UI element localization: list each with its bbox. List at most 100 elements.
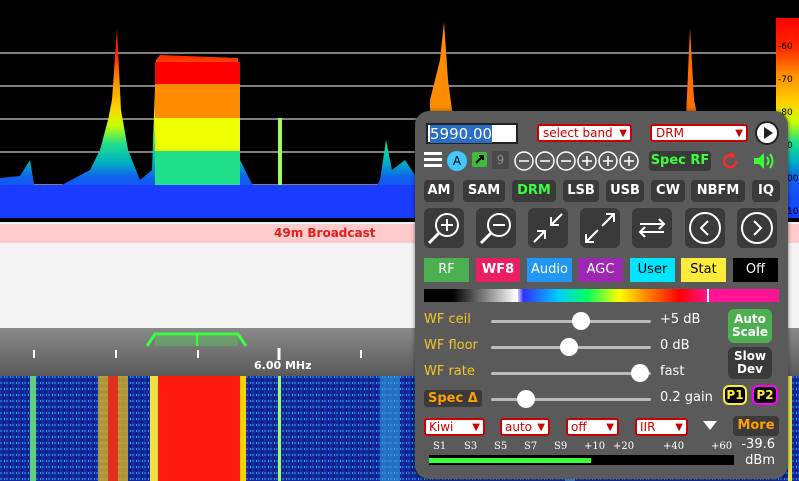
frequency-value: 5990.00	[430, 125, 493, 143]
s-meter-tick-label: +20	[613, 441, 635, 452]
mode-lsb-button[interactable]: LSB	[563, 180, 599, 202]
zoom-out-button[interactable]	[476, 208, 516, 248]
page-left-button[interactable]	[685, 208, 725, 248]
tab-audio[interactable]: Audio	[527, 258, 572, 282]
spec-delta-label: Spec Δ	[424, 390, 482, 407]
iir-select[interactable]: IIR ▼	[635, 418, 688, 436]
s-meter-bar	[429, 455, 734, 465]
wf-floor-value: 0 dB	[660, 338, 690, 353]
wf-floor-label: WF floor	[424, 338, 478, 353]
wf-rate-slider[interactable]	[491, 372, 651, 375]
chevron-down-icon: ▼	[606, 422, 614, 433]
chevron-down-icon: ▼	[537, 422, 545, 433]
chevron-down-icon: ▼	[675, 422, 683, 433]
play-button[interactable]	[755, 121, 779, 145]
more-button[interactable]: More	[733, 416, 779, 436]
spec-delta-slider-knob[interactable]	[517, 390, 536, 408]
band-label[interactable]: 49m Broadcast	[274, 226, 375, 240]
chevron-right-icon	[741, 212, 773, 244]
wf-ceil-value: +5 dB	[660, 312, 701, 327]
auto-select-label: auto	[505, 420, 533, 434]
refresh-icon[interactable]	[720, 151, 740, 171]
wf-rate-value: fast	[660, 364, 685, 379]
zoom-in-button[interactable]	[424, 208, 464, 248]
step-buttons[interactable]	[513, 150, 643, 172]
off-select[interactable]: off ▼	[566, 418, 619, 436]
iir-select-label: IIR	[640, 420, 656, 434]
mode-cw-button[interactable]: CW	[651, 180, 685, 202]
mode-select-label: DRM	[656, 126, 684, 140]
menu-icon[interactable]	[424, 152, 442, 168]
band-select[interactable]: select band ▼	[537, 124, 632, 142]
s-meter-tick-label: S5	[494, 441, 508, 452]
swap-arrows-icon	[638, 218, 666, 238]
preset-p2-button[interactable]: P2	[752, 385, 778, 405]
wf-rate-slider-knob[interactable]	[630, 364, 649, 382]
compress-arrows-icon	[533, 213, 563, 243]
chevron-down-icon: ▼	[472, 422, 480, 433]
wf-rate-label: WF rate	[424, 364, 475, 379]
s-meter-tick-label: +40	[663, 441, 685, 452]
control-panel: 5990.00 select band ▼ DRM ▼ A 9 Spec RF	[415, 111, 788, 479]
mode-nbfm-button[interactable]: NBFM	[691, 180, 745, 202]
play-icon	[764, 127, 773, 139]
chevron-down-icon: ▼	[619, 128, 627, 139]
external-link-icon[interactable]	[472, 152, 487, 167]
kiwi-select-label: Kiwi	[429, 420, 454, 434]
wf-ceil-slider-knob[interactable]	[571, 312, 590, 330]
page-right-button[interactable]	[737, 208, 777, 248]
chevron-down-icon: ▼	[735, 128, 743, 139]
speaker-icon[interactable]	[752, 151, 776, 171]
s-meter-value: -39.6	[741, 437, 775, 452]
s-meter-tick-label: S3	[464, 441, 478, 452]
zoom-full-button[interactable]	[580, 208, 620, 248]
s-meter-unit: dBm	[745, 453, 775, 468]
s-meter-tick-label: S7	[524, 441, 538, 452]
caret-down-icon[interactable]	[703, 421, 717, 431]
wf-ceil-label: WF ceil	[424, 312, 471, 327]
wf-floor-slider-knob[interactable]	[560, 338, 579, 356]
mode-sam-button[interactable]: SAM	[463, 180, 505, 202]
spec-delta-slider[interactable]	[491, 398, 651, 401]
kiwi-select[interactable]: Kiwi ▼	[424, 418, 485, 436]
zoom-out-icon	[479, 213, 511, 245]
off-select-label: off	[571, 420, 587, 434]
tab-user[interactable]: User	[630, 258, 675, 282]
mode-am-button[interactable]: AM	[424, 180, 454, 202]
step-number[interactable]: 9	[492, 151, 509, 169]
s-meter-tick-label: S1	[433, 441, 447, 452]
colormap-bar[interactable]	[424, 289, 779, 302]
tab-agc[interactable]: AGC	[578, 258, 623, 282]
s-meter: S1 S3 S5 S7 S9 +10 +20 +40 +60	[426, 441, 736, 469]
tab-stat[interactable]: Stat	[681, 258, 726, 282]
kiwisdr-receiver: -60 -70 -80 -90 -100 -110 49m Broadcast …	[0, 0, 799, 481]
zoom-to-band-button[interactable]	[528, 208, 568, 248]
chevron-left-icon	[689, 212, 721, 244]
db-tick: -70	[778, 75, 793, 85]
auto-select[interactable]: auto ▼	[500, 418, 550, 436]
frequency-input[interactable]: 5990.00	[426, 123, 518, 144]
s-meter-fill	[429, 458, 591, 463]
mode-usb-button[interactable]: USB	[606, 180, 644, 202]
tab-off[interactable]: Off	[733, 258, 778, 282]
auto-scale-button[interactable]: Auto Scale	[728, 309, 772, 343]
db-tick: -60	[778, 42, 793, 52]
s-meter-tick-label: S9	[554, 441, 568, 452]
scale-label: 6.00 MHz	[254, 359, 312, 372]
swap-button[interactable]	[632, 208, 672, 248]
mode-select[interactable]: DRM ▼	[650, 124, 748, 142]
mode-iq-button[interactable]: IQ	[752, 180, 780, 202]
zoom-in-icon	[427, 213, 459, 245]
expand-arrows-icon	[585, 213, 615, 243]
vfo-a-button[interactable]: A	[447, 151, 467, 171]
mode-drm-button[interactable]: DRM	[512, 180, 556, 202]
tab-rf[interactable]: RF	[424, 258, 469, 282]
s-meter-tick-label: +10	[584, 441, 606, 452]
preset-p1-button[interactable]: P1	[723, 385, 747, 405]
s-meter-tick-label: +60	[711, 441, 733, 452]
slow-dev-button[interactable]: Slow Dev	[728, 347, 772, 379]
spec-delta-value: 0.2 gain	[660, 390, 713, 405]
tab-wf[interactable]: WF8	[476, 258, 520, 282]
spec-rf-button[interactable]: Spec RF	[649, 151, 711, 171]
band-select-label: select band	[543, 126, 613, 140]
